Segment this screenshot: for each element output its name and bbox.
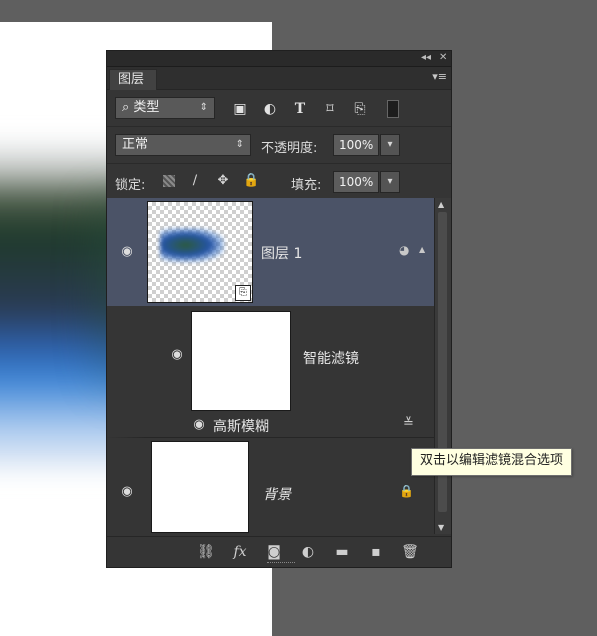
- type-filter-icon[interactable]: T: [291, 100, 309, 118]
- filter-kind-select[interactable]: ⌕ 类型 ⇕: [115, 97, 215, 119]
- blurred-thumbnail-content: [160, 228, 224, 262]
- layers-panel: ◂◂ ✕ 图层 ▾≡ ⌕ 类型 ⇕ ▣ ◐ T ⌑ ⎘ 正常 ⇕ 不透明度: 1…: [106, 50, 452, 568]
- updown-icon: ⇕: [235, 139, 244, 150]
- layer-row-layer-1[interactable]: ◉ ⎘ 图层 1 ◕ ▲: [107, 198, 435, 306]
- scroll-up-icon[interactable]: ▲: [438, 200, 444, 209]
- layer-name[interactable]: 背景: [263, 484, 291, 504]
- updown-icon: ⇕: [199, 102, 208, 113]
- layer-row-background[interactable]: ◉ 背景 🔒: [107, 438, 435, 534]
- smart-filter-indicator-icon[interactable]: ◕: [399, 243, 409, 257]
- background-thumbnail[interactable]: [151, 441, 249, 533]
- lock-position-icon[interactable]: ✥: [215, 173, 231, 189]
- filter-blending-options-icon[interactable]: ≚: [403, 416, 414, 431]
- lock-row: 锁定: ∕ ✥ 🔒 填充: 100% ▾: [107, 164, 451, 201]
- panel-tab-bar: 图层 ▾≡: [107, 67, 451, 90]
- search-icon: ⌕: [122, 100, 130, 115]
- link-layers-icon[interactable]: ⛓: [197, 544, 215, 560]
- blend-row: 正常 ⇕ 不透明度: 100% ▾: [107, 127, 451, 164]
- lock-pixels-icon[interactable]: ∕: [187, 173, 203, 189]
- adjustment-filter-icon[interactable]: ◐: [261, 100, 279, 118]
- tab-layers[interactable]: 图层: [109, 69, 158, 90]
- group-folder-icon[interactable]: ▬: [333, 544, 351, 560]
- smart-object-filter-icon[interactable]: ⎘: [351, 100, 369, 118]
- filter-toggle-icon[interactable]: [387, 100, 399, 118]
- lock-transparent-icon[interactable]: [163, 175, 175, 187]
- tooltip: 双击以编辑滤镜混合选项: [411, 448, 573, 476]
- new-layer-icon[interactable]: ▪: [367, 544, 385, 560]
- filter-kind-label: 类型: [133, 100, 160, 115]
- layer-name[interactable]: 图层 1: [261, 243, 302, 263]
- fill-dropdown-button[interactable]: ▾: [380, 171, 400, 193]
- blend-mode-value: 正常: [122, 137, 149, 152]
- smart-filters-label: 智能滤镜: [303, 351, 359, 367]
- add-mask-icon[interactable]: ◙: [265, 544, 283, 560]
- expand-triangle-icon[interactable]: ▲: [419, 245, 425, 254]
- fill-label: 填充:: [291, 178, 322, 193]
- adjustment-layer-icon[interactable]: ◐: [299, 544, 317, 560]
- lock-icon: 🔒: [399, 484, 414, 498]
- fx-icon[interactable]: fx: [231, 544, 249, 560]
- shape-filter-icon[interactable]: ⌑: [321, 100, 339, 118]
- filter-item-name[interactable]: 高斯模糊: [213, 416, 269, 436]
- visibility-eye-icon[interactable]: ◉: [167, 348, 187, 362]
- layers-scrollbar[interactable]: ▲ ▼: [434, 198, 451, 534]
- panel-title-bar[interactable]: ◂◂ ✕: [107, 51, 451, 67]
- visibility-eye-icon[interactable]: ◉: [117, 245, 137, 259]
- opacity-input[interactable]: 100%: [333, 134, 379, 156]
- visibility-eye-icon[interactable]: ◉: [189, 418, 209, 432]
- visibility-eye-icon[interactable]: ◉: [117, 485, 137, 499]
- delete-layer-icon[interactable]: 🗑: [401, 544, 419, 560]
- close-icon[interactable]: ✕: [439, 52, 447, 63]
- blend-mode-select[interactable]: 正常 ⇕: [115, 134, 251, 156]
- layer-filter-row: ⌕ 类型 ⇕ ▣ ◐ T ⌑ ⎘: [107, 90, 451, 127]
- layers-bottom-toolbar: ⛓ fx ◙ ◐ ▬ ▪ 🗑: [107, 536, 451, 567]
- layer-row-smart-filters[interactable]: ◉ 智能滤镜 ◉ 高斯模糊 ≚: [107, 306, 435, 438]
- opacity-label: 不透明度:: [261, 141, 318, 156]
- smart-object-badge-icon: ⎘: [235, 285, 251, 301]
- fill-input[interactable]: 100%: [333, 171, 379, 193]
- scroll-down-icon[interactable]: ▼: [438, 523, 444, 532]
- collapse-icon[interactable]: ◂◂: [421, 52, 431, 63]
- panel-menu-icon[interactable]: ▾≡: [432, 70, 447, 83]
- layer-thumbnail[interactable]: ⎘: [147, 201, 253, 303]
- filter-mask-thumbnail[interactable]: [191, 311, 291, 411]
- pixel-filter-icon[interactable]: ▣: [231, 100, 249, 118]
- lock-label: 锁定:: [115, 178, 146, 193]
- layers-list: ◉ ⎘ 图层 1 ◕ ▲ ◉ 智能滤镜 ◉ 高斯模糊 ≚ ◉ 背景 🔒: [107, 198, 435, 534]
- resize-grip[interactable]: [267, 562, 295, 566]
- opacity-dropdown-button[interactable]: ▾: [380, 134, 400, 156]
- lock-all-icon[interactable]: 🔒: [243, 173, 259, 189]
